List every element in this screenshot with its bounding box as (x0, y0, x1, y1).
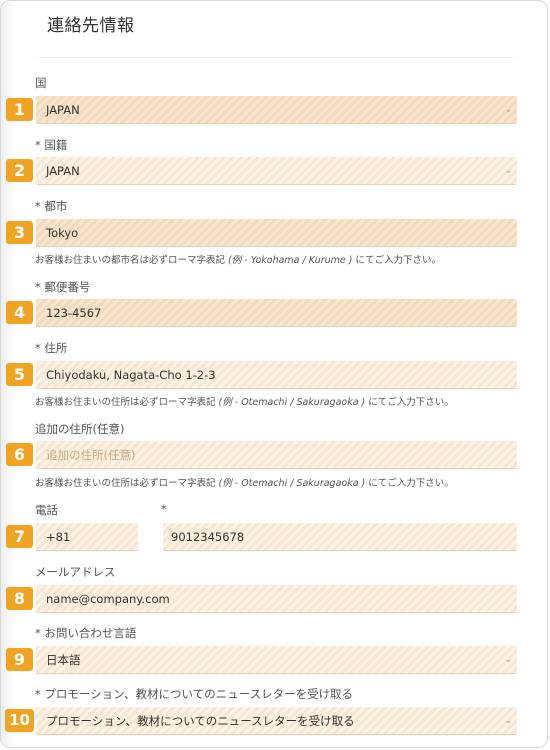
email-input[interactable]: name@company.com (36, 585, 517, 613)
city-input[interactable]: Tokyo (36, 219, 517, 247)
step-badge-4: 4 (6, 301, 33, 324)
nationality-value: JAPAN (46, 164, 80, 178)
contact-language-value: 日本語 (46, 653, 81, 667)
step-badge-6: 6 (6, 443, 33, 466)
postal-code-value: 123-4567 (46, 306, 102, 320)
phone-number-value: 9012345678 (171, 530, 245, 544)
country-label: 国 (35, 76, 47, 90)
address-help-text: お客様お住まいの住所は必ずローマ字表記 (例 - Otemachi / Saku… (35, 397, 454, 408)
step-badge-9: 9 (6, 648, 33, 671)
step-badge-2: 2 (6, 159, 33, 182)
additional-address-input[interactable]: 追加の住所(任意) (36, 441, 517, 469)
email-value: name@company.com (46, 592, 170, 606)
country-select[interactable]: JAPAN ⌄ (36, 96, 517, 124)
additional-address-placeholder: 追加の住所(任意) (46, 448, 136, 462)
chevron-down-icon: ⌄ (504, 655, 512, 665)
nationality-label: * 国籍 (35, 138, 68, 152)
nationality-select[interactable]: JAPAN ⌄ (36, 157, 517, 185)
contact-language-label: * お問い合わせ言語 (35, 626, 137, 640)
chevron-down-icon: ⌄ (504, 716, 512, 726)
chevron-down-icon: ⌄ (504, 166, 512, 176)
city-help-text: お客様お住まいの都市名は必ずローマ字表記 (例 - Yokohama / Kur… (35, 255, 442, 266)
phone-number-input[interactable]: 9012345678 (163, 523, 517, 551)
phone-country-code-input[interactable]: +81 (36, 523, 138, 551)
step-badge-10: 10 (5, 709, 34, 732)
postal-code-label: * 郵便番号 (35, 280, 91, 294)
title-divider (35, 57, 517, 58)
newsletter-value: プロモーション、教材についてのニュースレターを受け取る (46, 714, 355, 728)
newsletter-select[interactable]: プロモーション、教材についてのニュースレターを受け取る ⌄ (36, 707, 517, 735)
newsletter-label: * プロモーション、教材についてのニュースレターを受け取る (35, 687, 354, 701)
contact-language-select[interactable]: 日本語 ⌄ (36, 646, 517, 674)
phone-required-star: * (161, 502, 167, 516)
address-label: * 住所 (35, 341, 68, 355)
phone-country-code-value: +81 (46, 530, 71, 544)
phone-field-gap (138, 523, 163, 551)
step-badge-1: 1 (6, 98, 33, 121)
additional-address-help-text: お客様お住まいの住所は必ずローマ字表記 (例 - Otemachi / Saku… (35, 478, 454, 489)
address-input[interactable]: Chiyodaku, Nagata-Cho 1-2-3 (36, 361, 517, 389)
postal-code-input[interactable]: 123-4567 (36, 299, 517, 327)
additional-address-label: 追加の住所(任意) (35, 422, 125, 436)
email-label: メールアドレス (35, 565, 116, 579)
step-badge-3: 3 (6, 221, 33, 244)
phone-label: 電話 (35, 503, 58, 517)
address-value: Chiyodaku, Nagata-Cho 1-2-3 (46, 368, 216, 382)
step-badge-8: 8 (6, 587, 33, 610)
city-label: * 都市 (35, 199, 68, 213)
step-badge-7: 7 (6, 525, 33, 548)
step-badge-5: 5 (6, 363, 33, 386)
chevron-down-icon: ⌄ (504, 105, 512, 115)
country-value: JAPAN (46, 103, 80, 117)
contact-info-panel: 連絡先情報 国 1 JAPAN ⌄ * 国籍 2 JAPAN ⌄ * 都市 3 … (0, 0, 548, 748)
city-value: Tokyo (46, 226, 79, 240)
page-title: 連絡先情報 (47, 16, 135, 36)
